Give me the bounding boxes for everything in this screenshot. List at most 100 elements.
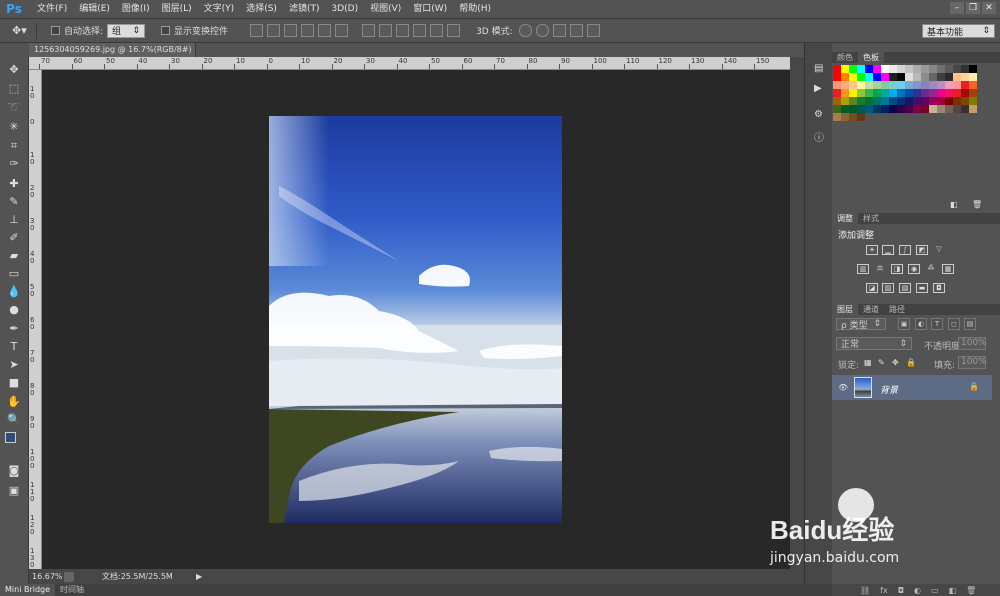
3d-scale-icon[interactable] <box>586 24 600 37</box>
color-swatch[interactable] <box>945 97 953 105</box>
eraser-tool-icon[interactable]: ▰ <box>6 249 22 263</box>
color-swatch[interactable] <box>969 105 977 113</box>
new-group-icon[interactable]: ▭ <box>931 586 939 595</box>
align-left-icon[interactable] <box>301 24 315 37</box>
3d-slide-icon[interactable] <box>569 24 583 37</box>
color-swatch[interactable] <box>921 89 929 97</box>
minimize-icon[interactable]: – <box>950 2 964 14</box>
pen-tool-icon[interactable]: ✒ <box>6 322 22 336</box>
color-swatch[interactable] <box>945 73 953 81</box>
color-swatch[interactable] <box>889 81 897 89</box>
tab-color[interactable]: 颜色 <box>832 52 858 63</box>
color-swatch[interactable] <box>969 97 977 105</box>
tab-channels[interactable]: 通道 <box>858 304 884 315</box>
color-swatch[interactable] <box>889 89 897 97</box>
color-swatch[interactable] <box>929 81 937 89</box>
color-lookup-icon[interactable]: ▦ <box>942 264 954 274</box>
color-swatch[interactable] <box>929 89 937 97</box>
posterize-icon[interactable]: ▨ <box>882 283 894 293</box>
distribute-left-icon[interactable] <box>413 24 427 37</box>
menu-view[interactable]: 视图(V) <box>364 0 407 19</box>
color-swatch[interactable] <box>953 65 961 73</box>
color-swatch[interactable] <box>897 105 905 113</box>
color-swatch[interactable] <box>921 65 929 73</box>
align-hcenter-icon[interactable] <box>318 24 332 37</box>
color-swatch[interactable] <box>905 97 913 105</box>
path-select-tool-icon[interactable]: ➤ <box>6 358 22 372</box>
color-swatch[interactable] <box>937 65 945 73</box>
document-tab[interactable]: 1256304059269.jpg @ 16.7%(RGB/8#) × <box>29 43 196 68</box>
color-swatch[interactable] <box>953 105 961 113</box>
hue-saturation-icon[interactable]: ▥ <box>857 264 869 274</box>
channel-mixer-icon[interactable]: ⁂ <box>925 264 937 274</box>
layer-mask-icon[interactable]: ◘ <box>898 586 904 595</box>
color-swatch[interactable] <box>873 81 881 89</box>
brightness-contrast-icon[interactable]: ☀ <box>866 245 878 255</box>
color-swatch[interactable] <box>833 105 841 113</box>
color-swatch[interactable] <box>953 89 961 97</box>
color-swatch[interactable] <box>937 81 945 89</box>
menu-window[interactable]: 窗口(W) <box>407 0 453 19</box>
filter-adjustment-icon[interactable]: ◐ <box>915 318 927 330</box>
color-swatch[interactable] <box>857 105 865 113</box>
quick-select-tool-icon[interactable]: ✳ <box>6 120 22 134</box>
color-swatch[interactable] <box>857 81 865 89</box>
marquee-tool-icon[interactable]: ⬚ <box>6 82 22 96</box>
color-swatch[interactable] <box>897 89 905 97</box>
color-swatch[interactable] <box>913 89 921 97</box>
filter-pixel-icon[interactable]: ▣ <box>898 318 910 330</box>
lock-image-icon[interactable]: ✎ <box>878 358 885 367</box>
color-swatch[interactable] <box>841 89 849 97</box>
vertical-scrollbar[interactable] <box>790 57 804 569</box>
color-swatch[interactable] <box>857 89 865 97</box>
color-swatch[interactable] <box>873 97 881 105</box>
screen-mode-icon[interactable]: ▣ <box>6 484 22 498</box>
fill-input[interactable]: 100% <box>958 356 987 369</box>
color-swatch[interactable] <box>945 65 953 73</box>
delete-swatch-icon[interactable]: 🗑 <box>972 200 982 209</box>
color-swatch[interactable] <box>841 97 849 105</box>
color-swatch[interactable] <box>857 97 865 105</box>
status-menu-arrow-icon[interactable]: ▶ <box>196 572 202 581</box>
tab-adjustments[interactable]: 调整 <box>832 213 858 224</box>
color-swatch[interactable] <box>881 81 889 89</box>
new-adjustment-icon[interactable]: ◐ <box>914 586 921 595</box>
color-swatch[interactable] <box>969 73 977 81</box>
workspace-dropdown[interactable]: 基本功能 ⇕ <box>922 24 995 38</box>
type-tool-icon[interactable]: T <box>6 340 22 354</box>
color-swatch[interactable] <box>873 89 881 97</box>
distribute-vcenter-icon[interactable] <box>379 24 393 37</box>
color-swatch[interactable] <box>961 81 969 89</box>
color-swatch[interactable] <box>945 105 953 113</box>
color-swatch[interactable] <box>913 81 921 89</box>
proof-icon[interactable] <box>64 571 74 582</box>
tab-layers[interactable]: 图层 <box>832 304 858 315</box>
visibility-eye-icon[interactable]: 👁 <box>838 383 848 392</box>
color-swatch[interactable] <box>913 97 921 105</box>
foreground-color-swatch[interactable] <box>5 432 16 443</box>
menu-file[interactable]: 文件(F) <box>31 0 73 19</box>
color-swatch[interactable] <box>929 97 937 105</box>
color-swatch[interactable] <box>873 65 881 73</box>
menu-help[interactable]: 帮助(H) <box>453 0 497 19</box>
color-swatch[interactable] <box>905 89 913 97</box>
color-swatch[interactable] <box>961 89 969 97</box>
color-swatch[interactable] <box>929 105 937 113</box>
color-swatch[interactable] <box>953 73 961 81</box>
color-swatch[interactable] <box>929 73 937 81</box>
distribute-top-icon[interactable] <box>362 24 376 37</box>
color-swatch[interactable] <box>841 65 849 73</box>
color-swatch[interactable] <box>961 97 969 105</box>
color-swatch[interactable] <box>889 65 897 73</box>
color-swatch[interactable] <box>889 73 897 81</box>
menu-3d[interactable]: 3D(D) <box>325 0 364 19</box>
color-swatch[interactable] <box>897 65 905 73</box>
color-swatch[interactable] <box>865 105 873 113</box>
color-swatch[interactable] <box>961 73 969 81</box>
lock-position-icon[interactable]: ✥ <box>892 358 899 367</box>
curves-icon[interactable]: ∫ <box>899 245 911 255</box>
history-panel-icon[interactable]: ▤ <box>814 63 823 74</box>
color-swatch[interactable] <box>849 81 857 89</box>
color-swatch[interactable] <box>857 65 865 73</box>
levels-icon[interactable]: ▁ <box>882 245 894 255</box>
